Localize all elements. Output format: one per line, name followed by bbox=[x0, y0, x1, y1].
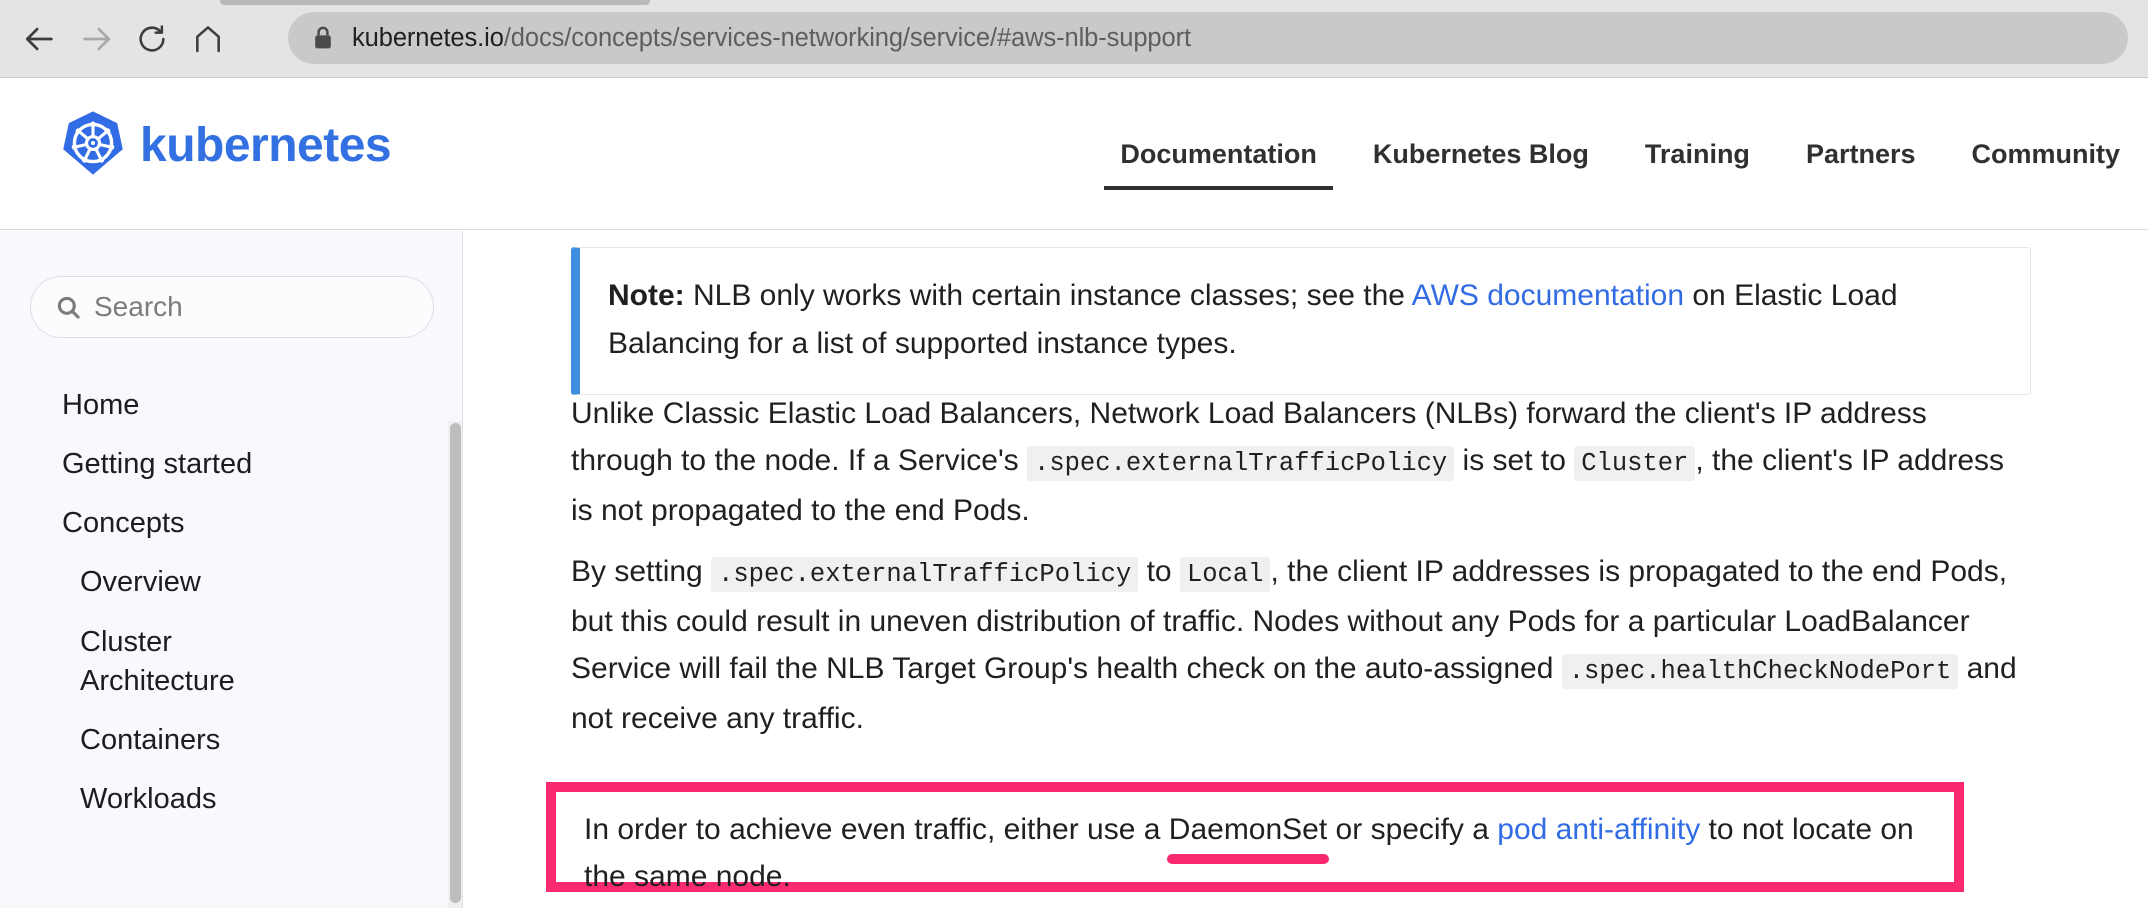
browser-nav-buttons bbox=[12, 11, 236, 67]
reload-icon bbox=[136, 23, 168, 55]
highlight-seg2: or specify a bbox=[1327, 813, 1498, 846]
sidebar-item-containers[interactable]: Containers bbox=[0, 711, 440, 770]
docs-content: Note: NLB only works with certain instan… bbox=[464, 231, 2148, 908]
docs-sidebar: Search Home Getting started Concepts Ove… bbox=[0, 231, 463, 908]
code-external-traffic-policy-2: .spec.externalTrafficPolicy bbox=[711, 557, 1139, 592]
lock-icon bbox=[312, 25, 334, 51]
home-icon bbox=[192, 23, 224, 55]
sidebar-item-cluster-architecture[interactable]: Cluster Architecture bbox=[0, 613, 440, 711]
browser-toolbar: kubernetes.io/docs/concepts/services-net… bbox=[0, 0, 2148, 78]
sidebar-item-overview-label: Overview bbox=[80, 566, 201, 599]
search-icon bbox=[55, 294, 82, 321]
kubernetes-helm-logo-icon bbox=[62, 110, 124, 181]
nav-item-kubernetes-blog-label: Kubernetes Blog bbox=[1372, 138, 1589, 169]
address-bar[interactable]: kubernetes.io/docs/concepts/services-net… bbox=[288, 12, 2128, 64]
search-placeholder-text: Search bbox=[94, 291, 183, 322]
back-button[interactable] bbox=[12, 11, 68, 67]
highlighted-annotation-box: In order to achieve even traffic, either… bbox=[546, 782, 1964, 893]
sidebar-item-concepts[interactable]: Concepts bbox=[0, 494, 440, 553]
note-text-before-link: NLB only works with certain instance cla… bbox=[684, 279, 1412, 312]
reload-button[interactable] bbox=[124, 11, 180, 67]
daemonset-highlighted-term: DaemonSet bbox=[1166, 806, 1330, 864]
aws-documentation-link[interactable]: AWS documentation bbox=[1412, 279, 1684, 312]
code-cluster-value: Cluster bbox=[1574, 446, 1696, 481]
pod-anti-affinity-link[interactable]: pod anti-affinity bbox=[1497, 813, 1700, 846]
main-navigation: Documentation Kubernetes Blog Training P… bbox=[1092, 78, 2148, 230]
search-input[interactable]: Search bbox=[30, 276, 434, 338]
site-logo-link[interactable]: kubernetes bbox=[62, 110, 392, 181]
paragraph-cluster-policy: Unlike Classic Elastic Load Balancers, N… bbox=[571, 390, 2031, 534]
code-local-value: Local bbox=[1179, 557, 1271, 592]
nav-item-community-label: Community bbox=[1971, 138, 2121, 169]
forward-button[interactable] bbox=[68, 11, 124, 67]
site-brand-text: kubernetes bbox=[140, 119, 392, 172]
browser-tab-strip-stub bbox=[220, 0, 650, 5]
sidebar-item-concepts-label: Concepts bbox=[62, 507, 185, 540]
back-arrow-icon bbox=[23, 22, 57, 56]
nav-item-community[interactable]: Community bbox=[1944, 78, 2148, 230]
sidebar-item-overview[interactable]: Overview bbox=[0, 553, 440, 612]
para2-seg1: By setting bbox=[571, 555, 712, 588]
code-external-traffic-policy-1: .spec.externalTrafficPolicy bbox=[1027, 446, 1455, 481]
nav-item-training[interactable]: Training bbox=[1617, 78, 1778, 230]
nav-item-training-label: Training bbox=[1644, 138, 1750, 169]
site-header: kubernetes Documentation Kubernetes Blog… bbox=[0, 78, 2148, 230]
para2-seg2: to bbox=[1138, 555, 1180, 588]
nav-item-documentation[interactable]: Documentation bbox=[1092, 78, 1345, 230]
address-bar-text: kubernetes.io/docs/concepts/services-net… bbox=[352, 24, 1191, 53]
forward-arrow-icon bbox=[79, 22, 113, 56]
nav-item-kubernetes-blog[interactable]: Kubernetes Blog bbox=[1345, 78, 1617, 230]
sidebar-item-home-label: Home bbox=[62, 389, 140, 421]
nav-item-documentation-label: Documentation bbox=[1120, 138, 1317, 169]
para1-seg2: is set to bbox=[1454, 444, 1575, 477]
sidebar-item-getting-started[interactable]: Getting started bbox=[0, 435, 440, 494]
code-health-check-node-port: .spec.healthCheckNodePort bbox=[1561, 654, 1959, 689]
note-callout: Note: NLB only works with certain instan… bbox=[571, 247, 2031, 395]
highlighted-paragraph: In order to achieve even traffic, either… bbox=[584, 806, 1926, 900]
highlight-seg1: In order to achieve even traffic, either… bbox=[584, 813, 1169, 846]
url-path: /docs/concepts/services-networking/servi… bbox=[503, 23, 1191, 52]
sidebar-item-cluster-architecture-label: Cluster Architecture bbox=[80, 625, 235, 697]
paragraph-local-policy: By setting .spec.externalTrafficPolicy t… bbox=[571, 548, 2041, 742]
home-button[interactable] bbox=[180, 11, 236, 67]
sidebar-item-workloads[interactable]: Workloads bbox=[0, 770, 440, 829]
url-host: kubernetes.io bbox=[352, 23, 504, 52]
sidebar-scrollbar-thumb[interactable] bbox=[450, 423, 461, 903]
sidebar-item-workloads-label: Workloads bbox=[80, 782, 217, 815]
note-callout-text: Note: NLB only works with certain instan… bbox=[608, 272, 2002, 368]
sidebar-item-getting-started-label: Getting started bbox=[62, 448, 253, 481]
nav-item-partners-label: Partners bbox=[1805, 138, 1916, 169]
sidebar-item-containers-label: Containers bbox=[80, 723, 221, 756]
nav-item-partners[interactable]: Partners bbox=[1778, 78, 1944, 230]
sidebar-nav-list: Home Getting started Concepts Overview C… bbox=[0, 376, 440, 829]
note-label: Note: bbox=[608, 279, 685, 312]
sidebar-item-home[interactable]: Home bbox=[0, 376, 440, 435]
